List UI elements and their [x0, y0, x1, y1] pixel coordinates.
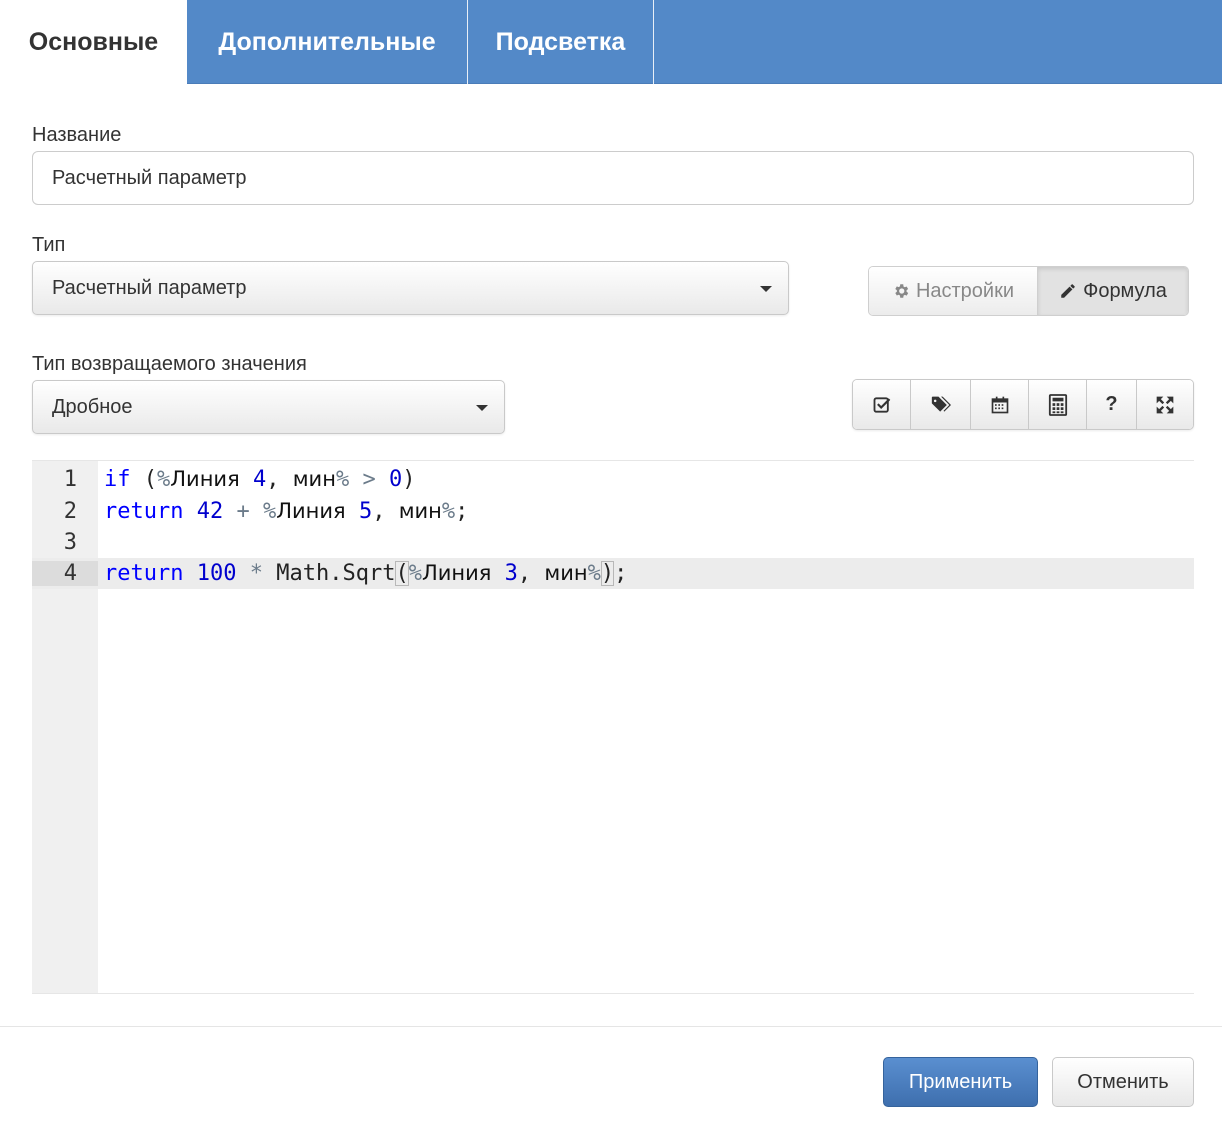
code-line[interactable]: 3 — [32, 527, 1194, 558]
settings-mode-button[interactable]: Настройки — [869, 267, 1038, 315]
tags-icon — [931, 396, 951, 412]
line-number: 2 — [63, 499, 77, 524]
type-select-value: Расчетный параметр — [52, 276, 247, 299]
code-line[interactable]: 1 if (%Линия 4, мин% > 0) — [32, 464, 1194, 495]
code-line-1: if (%Линия 4, мин% > 0) — [104, 467, 416, 492]
help-button[interactable]: ? — [1087, 380, 1137, 429]
insert-tag-button[interactable] — [911, 380, 971, 429]
question-icon: ? — [1105, 393, 1118, 415]
formula-label: Формула — [1083, 279, 1167, 302]
tab-main[interactable]: Основные — [0, 0, 187, 85]
gear-icon — [895, 284, 909, 298]
return-type-select[interactable]: Дробное — [32, 380, 505, 434]
code-line[interactable]: 2 return 42 + %Линия 5, мин%; — [32, 496, 1194, 527]
tab-additional[interactable]: Дополнительные — [187, 0, 468, 84]
apply-button[interactable]: Применить — [883, 1057, 1038, 1107]
line-number: 3 — [63, 530, 77, 555]
pencil-icon — [1061, 284, 1075, 298]
code-line-2: return 42 + %Линия 5, мин%; — [104, 499, 469, 524]
mode-toggle: Настройки Формула — [868, 266, 1189, 316]
code-line-4: return 100 * Math.Sqrt(%Линия 3, мин%); — [104, 561, 628, 586]
cancel-button[interactable]: Отменить — [1052, 1057, 1194, 1107]
dialog-footer — [0, 1026, 1222, 1134]
calendar-icon — [991, 396, 1008, 413]
code-line-active[interactable]: 4 return 100 * Math.Sqrt(%Линия 3, мин%)… — [32, 558, 1194, 589]
formula-editor[interactable]: 1 if (%Линия 4, мин% > 0) 2 return 42 + … — [32, 460, 1194, 994]
insert-date-button[interactable] — [971, 380, 1029, 429]
insert-condition-button[interactable] — [853, 380, 911, 429]
name-label: Название — [32, 124, 122, 146]
line-number: 1 — [63, 467, 77, 492]
type-select[interactable]: Расчетный параметр — [32, 261, 789, 315]
return-type-select-value: Дробное — [52, 395, 133, 418]
chevron-down-icon — [476, 405, 488, 411]
settings-label: Настройки — [915, 279, 1015, 302]
fullscreen-button[interactable] — [1137, 380, 1193, 429]
formula-toolbar: ? — [852, 379, 1194, 430]
type-label: Тип — [32, 234, 66, 256]
name-input[interactable]: Расчетный параметр — [32, 151, 1194, 205]
calculator-icon — [1048, 393, 1067, 416]
return-type-label: Тип возвращаемого значения — [32, 353, 307, 375]
expand-icon — [1156, 396, 1174, 413]
tab-bar: Основные Дополнительные Подсветка — [0, 0, 1222, 85]
check-square-icon — [873, 396, 890, 413]
insert-function-button[interactable] — [1029, 380, 1087, 429]
chevron-down-icon — [760, 286, 772, 292]
tab-highlight[interactable]: Подсветка — [468, 0, 654, 84]
line-number: 4 — [32, 561, 98, 586]
formula-mode-button[interactable]: Формула — [1038, 267, 1188, 315]
